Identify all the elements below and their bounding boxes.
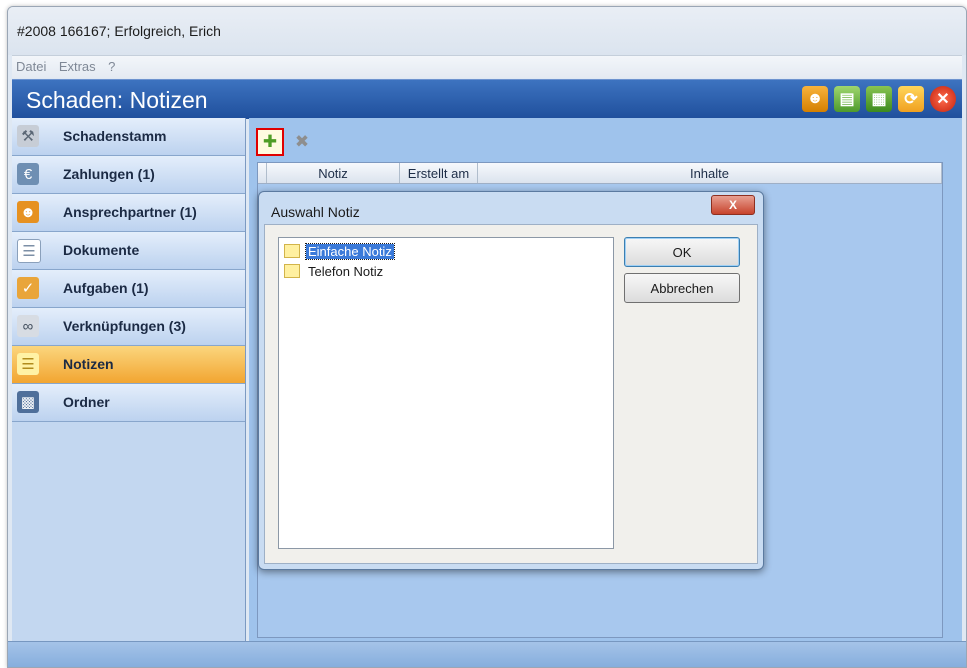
list-item-label: Einfache Notiz: [305, 242, 395, 260]
document-icon: ☰: [17, 239, 41, 263]
add-note-icon: ✚: [262, 132, 278, 151]
sidebar-item-label: Ansprechpartner (1): [63, 204, 197, 220]
folder-icon: ▩: [17, 391, 39, 413]
column-header-inhalte[interactable]: Inhalte: [478, 163, 942, 183]
grid-header: Notiz Erstellt am Inhalte: [258, 163, 942, 184]
person-icon: ☻: [17, 201, 39, 223]
note-icon: [284, 244, 300, 258]
sidebar-item-label: Aufgaben (1): [63, 280, 149, 296]
sidebar-item-label: Zahlungen (1): [63, 166, 155, 182]
contact-icon[interactable]: ☻: [802, 86, 828, 112]
link-icon: ∞: [17, 315, 39, 337]
sidebar-item-verknuepfungen[interactable]: ∞ Verknüpfungen (3): [12, 308, 245, 346]
add-note-button[interactable]: ✚: [256, 128, 284, 156]
menu-bar: Datei Extras ?: [12, 55, 962, 78]
grid-header-spacer: [258, 163, 267, 183]
window-title: #2008 166167; Erfolgreich, Erich: [17, 23, 221, 39]
cancel-button[interactable]: Abbrechen: [624, 273, 740, 303]
menu-item-help[interactable]: ?: [104, 56, 119, 74]
save-icon[interactable]: ▦: [866, 86, 892, 112]
note-type-list[interactable]: Einfache Notiz Telefon Notiz: [278, 237, 614, 549]
dialog-title: Auswahl Notiz: [271, 204, 360, 220]
sidebar-item-label: Schadenstamm: [63, 128, 167, 144]
list-item-label: Telefon Notiz: [308, 263, 384, 279]
menu-item-datei[interactable]: Datei: [12, 56, 50, 74]
list-item-einfache-notiz[interactable]: Einfache Notiz: [284, 242, 395, 260]
dialog-close-button[interactable]: X: [711, 195, 755, 215]
menu-item-extras[interactable]: Extras: [55, 56, 100, 74]
sidebar-nav: ⚒ Schadenstamm € Zahlungen (1) ☻ Ansprec…: [12, 118, 246, 646]
column-header-erstellt-am[interactable]: Erstellt am: [400, 163, 478, 183]
delete-note-button[interactable]: ✖: [288, 128, 316, 156]
ok-button[interactable]: OK: [624, 237, 740, 267]
section-title: Schaden: Notizen: [26, 87, 208, 113]
close-icon[interactable]: ✕: [930, 86, 956, 112]
sidebar-item-ansprechpartner[interactable]: ☻ Ansprechpartner (1): [12, 194, 245, 232]
sidebar-item-zahlungen[interactable]: € Zahlungen (1): [12, 156, 245, 194]
header-toolbar: ☻ ▤ ▦ ⟳ ✕: [802, 86, 956, 112]
notes-toolbar: ✚ ✖: [256, 128, 316, 158]
refresh-icon[interactable]: ⟳: [898, 86, 924, 112]
export-icon[interactable]: ▤: [834, 86, 860, 112]
sidebar-item-label: Dokumente: [63, 242, 140, 258]
close-icon: X: [728, 198, 737, 212]
sidebar-item-label: Ordner: [63, 394, 110, 410]
sidebar-item-schadenstamm[interactable]: ⚒ Schadenstamm: [12, 118, 245, 156]
sidebar-item-aufgaben[interactable]: ✓ Aufgaben (1): [12, 270, 245, 308]
sidebar-item-ordner[interactable]: ▩ Ordner: [12, 384, 245, 422]
sidebar-item-notizen[interactable]: ☰ Notizen: [12, 346, 245, 384]
list-item-telefon-notiz[interactable]: Telefon Notiz: [284, 262, 385, 280]
dialog-body: Einfache Notiz Telefon Notiz OK Abbreche…: [264, 224, 758, 564]
note-type-dialog: Auswahl Notiz X Einfache Notiz Telefon N…: [258, 191, 764, 570]
title-bar: #2008 166167; Erfolgreich, Erich: [8, 7, 966, 55]
wrench-icon: ⚒: [17, 125, 39, 147]
sidebar-item-dokumente[interactable]: ☰ Dokumente: [12, 232, 245, 270]
task-icon: ✓: [17, 277, 39, 299]
sidebar-item-label: Notizen: [63, 356, 114, 372]
column-header-notiz[interactable]: Notiz: [267, 163, 400, 183]
status-bar: [8, 641, 966, 667]
section-header: Schaden: Notizen ☻ ▤ ▦ ⟳ ✕: [12, 79, 962, 119]
note-icon: ☰: [17, 353, 39, 375]
note-icon: [284, 264, 300, 278]
payment-icon: €: [17, 163, 39, 185]
sidebar-item-label: Verknüpfungen (3): [63, 318, 186, 334]
delete-icon: ✖: [294, 132, 310, 151]
